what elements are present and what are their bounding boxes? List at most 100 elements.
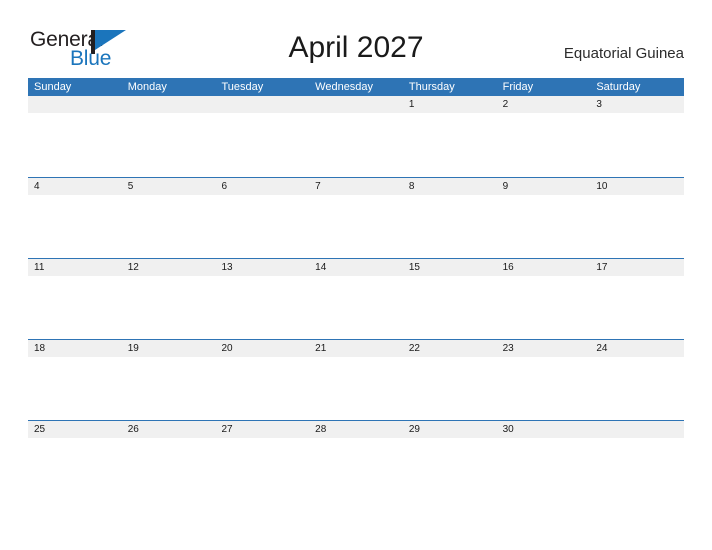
calendar-weeks: 1 2 3 4 5 6 7 8 9 10 11 12 13 14 15 16 17 18 19 20 21 22 23 24 2… — [28, 96, 685, 501]
day-cell-empty — [309, 96, 403, 176]
day-cell-9[interactable]: 9 — [496, 178, 591, 258]
day-cell-empty — [121, 96, 216, 176]
day-cell-2[interactable]: 2 — [496, 96, 591, 176]
weekday-header-thursday: Thursday — [408, 81, 455, 93]
day-event-area[interactable] — [121, 113, 216, 176]
day-number-band: 10 — [590, 178, 685, 195]
day-event-area[interactable] — [215, 276, 310, 339]
day-event-area[interactable] — [309, 438, 403, 501]
day-cell-7[interactable]: 7 — [309, 178, 403, 258]
weekday-header-sunday: Sunday — [34, 81, 72, 93]
day-number: 6 — [221, 181, 227, 192]
day-cell-21[interactable]: 21 — [309, 340, 403, 420]
day-number-band: 20 — [215, 340, 310, 357]
day-number-band: 14 — [309, 259, 403, 276]
day-cell-1[interactable]: 1 — [402, 96, 497, 176]
day-cell-29[interactable]: 29 — [402, 421, 497, 501]
day-cell-18[interactable]: 18 — [28, 340, 122, 420]
day-event-area[interactable] — [121, 276, 216, 339]
day-cell-empty — [590, 421, 685, 501]
day-number: 5 — [127, 181, 134, 192]
day-event-area[interactable] — [309, 357, 403, 420]
calendar-week-row: 11 12 13 14 15 16 17 — [28, 258, 685, 339]
day-cell-11[interactable]: 11 — [28, 259, 122, 339]
day-number: 22 — [408, 343, 420, 354]
weekday-header-tuesday: Tuesday — [221, 81, 264, 93]
day-cell-4[interactable]: 4 — [28, 178, 122, 258]
day-event-area[interactable] — [28, 438, 122, 501]
day-event-area[interactable] — [121, 195, 216, 258]
day-event-area[interactable] — [215, 195, 310, 258]
day-cell-6[interactable]: 6 — [215, 178, 310, 258]
day-cell-25[interactable]: 25 — [28, 421, 122, 501]
day-event-area[interactable] — [496, 357, 591, 420]
day-cell-8[interactable]: 8 — [402, 178, 497, 258]
day-cell-30[interactable]: 30 — [496, 421, 591, 501]
day-event-area[interactable] — [590, 113, 685, 176]
day-event-area[interactable] — [402, 357, 497, 420]
day-event-area[interactable] — [402, 195, 497, 258]
day-event-area[interactable] — [28, 276, 122, 339]
day-cell-3[interactable]: 3 — [590, 96, 685, 176]
day-cell-27[interactable]: 27 — [215, 421, 310, 501]
day-event-area[interactable] — [121, 357, 216, 420]
weekday-header-wednesday: Wednesday — [315, 81, 374, 93]
day-cell-22[interactable]: 22 — [402, 340, 497, 420]
day-cell-28[interactable]: 28 — [309, 421, 403, 501]
day-number: 26 — [127, 424, 139, 435]
day-event-area[interactable] — [496, 276, 591, 339]
day-cell-19[interactable]: 19 — [121, 340, 216, 420]
day-event-area[interactable] — [496, 113, 591, 176]
day-cell-26[interactable]: 26 — [121, 421, 216, 501]
calendar-week-row: 4 5 6 7 8 9 10 — [28, 177, 685, 258]
day-cell-24[interactable]: 24 — [590, 340, 685, 420]
day-cell-23[interactable]: 23 — [496, 340, 591, 420]
day-number: 12 — [127, 262, 139, 273]
day-number: 29 — [408, 424, 420, 435]
day-cell-13[interactable]: 13 — [215, 259, 310, 339]
day-number: 10 — [596, 181, 608, 192]
day-cell-15[interactable]: 15 — [402, 259, 497, 339]
day-number: 27 — [221, 424, 233, 435]
day-cell-10[interactable]: 10 — [590, 178, 685, 258]
day-number-band: 18 — [28, 340, 122, 357]
weekday-header-row: Sunday Monday Tuesday Wednesday Thursday Frid… — [28, 78, 684, 96]
day-event-area[interactable] — [215, 438, 310, 501]
day-number-band: 27 — [215, 421, 310, 438]
day-event-area[interactable] — [309, 195, 403, 258]
day-event-area[interactable] — [215, 357, 310, 420]
day-event-area[interactable] — [590, 438, 685, 501]
day-event-area[interactable] — [121, 438, 216, 501]
day-event-area[interactable] — [28, 113, 122, 176]
day-number: 17 — [596, 262, 608, 273]
day-event-area[interactable] — [215, 113, 310, 176]
day-number-band: 9 — [496, 178, 591, 195]
day-event-area[interactable] — [28, 357, 122, 420]
day-number-band — [215, 96, 310, 113]
day-cell-5[interactable]: 5 — [121, 178, 216, 258]
weekday-header-saturday: Saturday — [596, 81, 641, 93]
day-number: 24 — [596, 343, 608, 354]
day-cell-17[interactable]: 17 — [590, 259, 685, 339]
day-number-band: 17 — [590, 259, 685, 276]
day-event-area[interactable] — [590, 357, 685, 420]
day-cell-20[interactable]: 20 — [215, 340, 310, 420]
day-event-area[interactable] — [402, 276, 497, 339]
day-cell-12[interactable]: 12 — [121, 259, 216, 339]
day-event-area[interactable] — [496, 438, 591, 501]
day-number-band: 21 — [309, 340, 403, 357]
day-number-band: 7 — [309, 178, 403, 195]
day-number-band — [121, 96, 216, 113]
day-event-area[interactable] — [28, 195, 122, 258]
day-event-area[interactable] — [402, 438, 497, 501]
day-event-area[interactable] — [590, 276, 685, 339]
day-event-area[interactable] — [496, 195, 591, 258]
day-event-area[interactable] — [309, 276, 403, 339]
day-number: 11 — [34, 262, 45, 273]
day-event-area[interactable] — [402, 113, 497, 176]
day-event-area[interactable] — [590, 195, 685, 258]
day-cell-16[interactable]: 16 — [496, 259, 591, 339]
day-number-band: 28 — [309, 421, 403, 438]
day-event-area[interactable] — [309, 113, 403, 176]
day-cell-14[interactable]: 14 — [309, 259, 403, 339]
